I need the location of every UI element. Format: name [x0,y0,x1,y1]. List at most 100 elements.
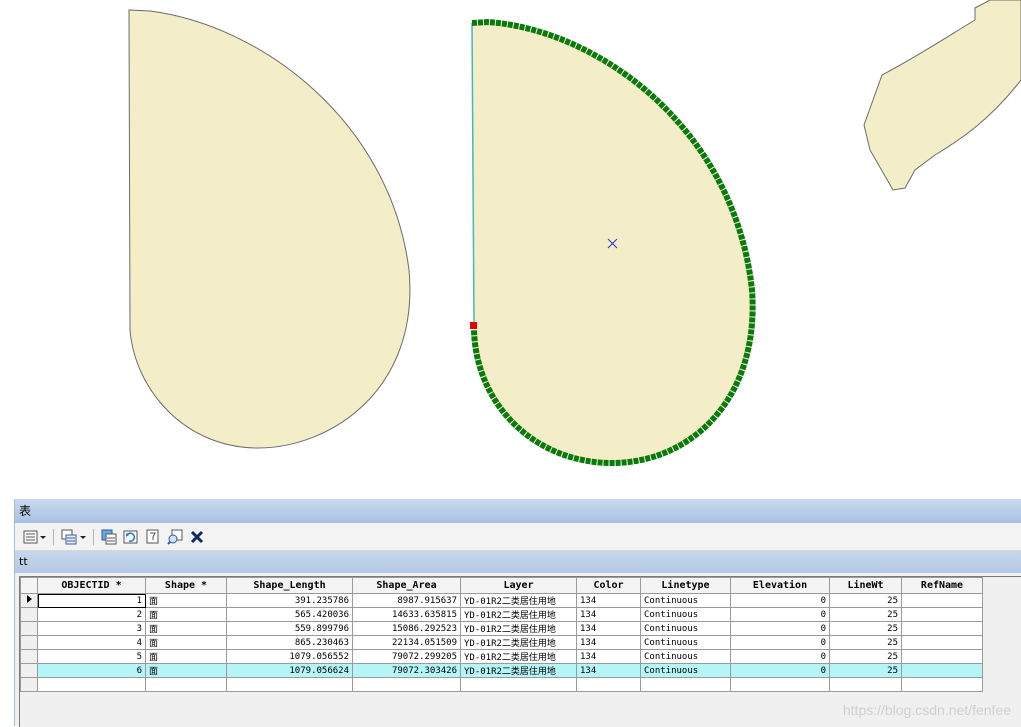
cell-linetype[interactable]: Continuous [640,607,731,622]
table-tab-bar[interactable]: tt [15,551,1021,573]
cell-linetype[interactable]: Continuous [640,635,731,650]
dropdown-arrow-icon[interactable] [79,529,87,545]
cell-shape-area[interactable]: 8987.915637 [352,593,461,608]
cell-linewt[interactable]: 25 [829,663,902,678]
table-row-new[interactable] [20,677,983,692]
cell-objectid[interactable]: 1 [37,593,146,608]
cell-empty[interactable] [829,677,902,692]
zoom-to-selected-icon[interactable] [167,529,183,545]
polygon-feature-right[interactable] [863,0,1021,191]
cell-refname[interactable] [901,635,983,650]
polygon-feature-editing[interactable] [472,22,753,463]
cell-layer[interactable]: YD-01R2二类居住用地 [460,593,577,608]
cell-linewt[interactable]: 25 [829,607,902,622]
table-window-title-bar[interactable]: 表 [15,499,1021,523]
column-header-shape-area[interactable]: Shape_Area [352,577,461,594]
column-header-linetype[interactable]: Linetype [640,577,731,594]
cell-elevation[interactable]: 0 [730,635,830,650]
related-tables-icon[interactable] [61,529,77,545]
cell-shape[interactable]: 面 [145,649,227,664]
column-header-shape-length[interactable]: Shape_Length [226,577,353,594]
polygon-feature-left[interactable] [128,9,411,449]
cell-empty[interactable] [640,677,731,692]
table-row-highlighted[interactable]: 6 面 1079.056624 79072.303426 YD-01R2二类居住… [20,663,983,678]
cell-elevation[interactable]: 0 [730,649,830,664]
cell-shape-length[interactable]: 565.420036 [226,607,353,622]
cell-color[interactable]: 134 [576,635,641,650]
cell-shape-area[interactable]: 79072.303426 [352,663,461,678]
cell-empty[interactable] [901,677,983,692]
switch-selection-icon[interactable] [123,529,139,545]
cell-shape[interactable]: 面 [145,635,227,650]
cell-shape-area[interactable]: 79072.299205 [352,649,461,664]
table-row[interactable]: 4 面 865.230463 22134.051509 YD-01R2二类居住用… [20,635,983,650]
cell-linewt[interactable]: 25 [829,649,902,664]
cell-objectid[interactable]: 5 [37,649,146,664]
table-row[interactable]: 3 面 559.899796 15086.292523 YD-01R2二类居住用… [20,621,983,636]
row-selector[interactable] [20,677,38,692]
column-header-layer[interactable]: Layer [460,577,577,594]
cell-shape-area[interactable]: 14633.635815 [352,607,461,622]
cell-refname[interactable] [901,607,983,622]
row-selector[interactable] [20,593,38,608]
table-row[interactable]: 2 面 565.420036 14633.635815 YD-01R2二类居住用… [20,607,983,622]
cell-shape-area[interactable]: 15086.292523 [352,621,461,636]
cell-linetype[interactable]: Continuous [640,649,731,664]
cell-objectid[interactable]: 3 [37,621,146,636]
cell-objectid[interactable]: 6 [37,663,146,678]
cell-empty[interactable] [730,677,830,692]
cell-shape-length[interactable]: 391.235786 [226,593,353,608]
cell-empty[interactable] [460,677,577,692]
cell-shape-length[interactable]: 865.230463 [226,635,353,650]
row-selector-header[interactable] [20,577,38,594]
row-selector[interactable] [20,649,38,664]
table-options-icon[interactable] [23,529,39,545]
cell-empty[interactable] [226,677,353,692]
cell-empty[interactable] [145,677,227,692]
cell-layer[interactable]: YD-01R2二类居住用地 [460,621,577,636]
cell-layer[interactable]: YD-01R2二类居住用地 [460,607,577,622]
cell-refname[interactable] [901,593,983,608]
table-row[interactable]: 5 面 1079.056552 79072.299205 YD-01R2二类居住… [20,649,983,664]
cell-shape-area[interactable]: 22134.051509 [352,635,461,650]
clear-selection-icon[interactable] [145,529,161,545]
cell-shape-length[interactable]: 1079.056624 [226,663,353,678]
last-vertex-marker[interactable] [470,322,477,329]
column-header-linewt[interactable]: LineWt [829,577,902,594]
row-selector[interactable] [20,621,38,636]
cell-layer[interactable]: YD-01R2二类居住用地 [460,649,577,664]
cell-refname[interactable] [901,663,983,678]
cell-linewt[interactable]: 25 [829,621,902,636]
cell-color[interactable]: 134 [576,607,641,622]
table-row[interactable]: 1 面 391.235786 8987.915637 YD-01R2二类居住用地… [20,593,983,608]
cell-color[interactable]: 134 [576,663,641,678]
cell-color[interactable]: 134 [576,593,641,608]
cell-linetype[interactable]: Continuous [640,621,731,636]
cell-refname[interactable] [901,649,983,664]
column-header-shape[interactable]: Shape * [145,577,227,594]
cell-empty[interactable] [37,677,146,692]
cell-shape-length[interactable]: 1079.056552 [226,649,353,664]
cell-color[interactable]: 134 [576,649,641,664]
cell-objectid[interactable]: 4 [37,635,146,650]
cell-linewt[interactable]: 25 [829,635,902,650]
column-header-elevation[interactable]: Elevation [730,577,830,594]
map-canvas[interactable] [0,0,1021,497]
dropdown-arrow-icon[interactable] [39,529,47,545]
cell-empty[interactable] [576,677,641,692]
cell-linewt[interactable]: 25 [829,593,902,608]
row-selector[interactable] [20,635,38,650]
cell-elevation[interactable]: 0 [730,593,830,608]
cell-elevation[interactable]: 0 [730,607,830,622]
cell-objectid[interactable]: 2 [37,607,146,622]
cell-shape[interactable]: 面 [145,663,227,678]
cell-refname[interactable] [901,621,983,636]
column-header-color[interactable]: Color [576,577,641,594]
column-header-objectid[interactable]: OBJECTID * [37,577,146,594]
cell-shape-length[interactable]: 559.899796 [226,621,353,636]
cell-color[interactable]: 134 [576,621,641,636]
cell-shape[interactable]: 面 [145,621,227,636]
delete-selected-icon[interactable] [189,529,205,545]
row-selector[interactable] [20,607,38,622]
cell-empty[interactable] [352,677,461,692]
